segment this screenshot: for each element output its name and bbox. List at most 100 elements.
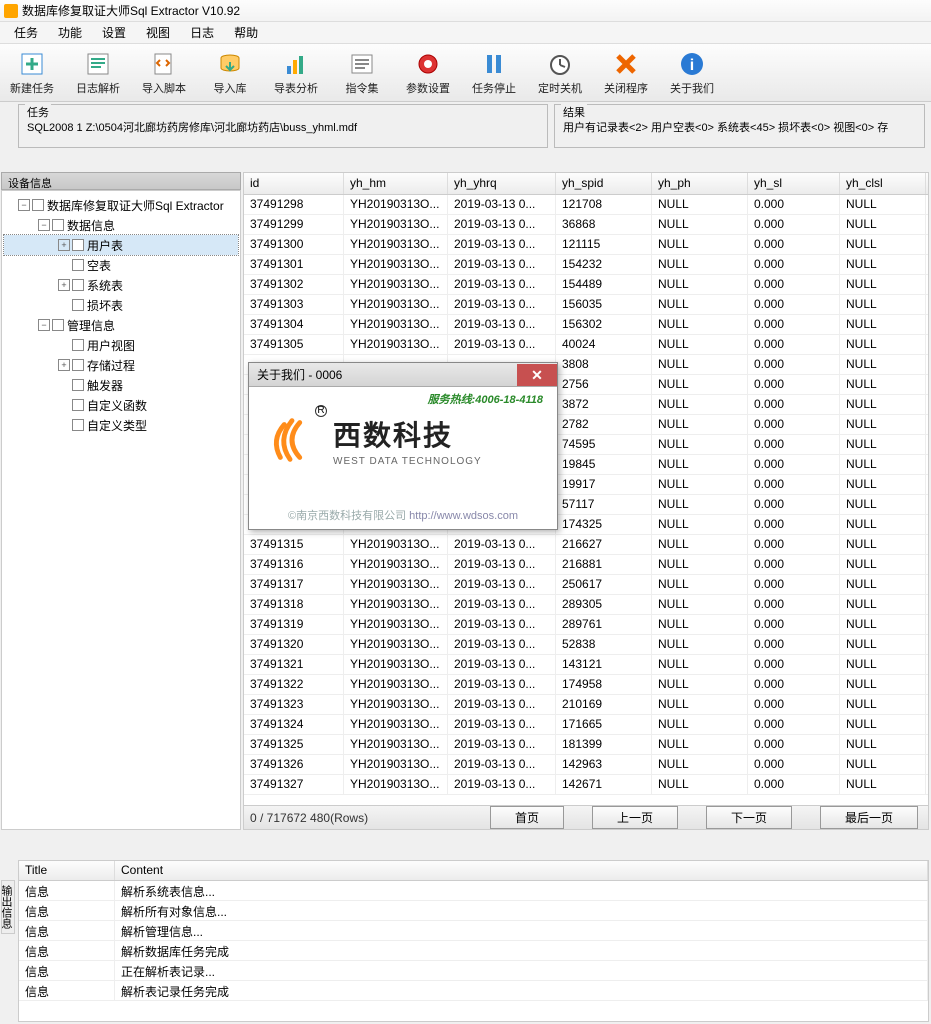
tree-user-table[interactable]: +用户表 [4,235,238,255]
table-row[interactable]: 37491321YH20190313O...2019-03-13 0...143… [244,655,928,675]
output-tab[interactable]: 输出信息 [1,880,15,934]
table-row[interactable]: 37491317YH20190313O...2019-03-13 0...250… [244,575,928,595]
new-task-icon [18,50,46,78]
dialog-titlebar[interactable]: 关于我们 - 0006 ✕ [249,363,557,387]
checkbox[interactable] [52,219,64,231]
cell: 3808 [556,355,652,374]
cell: YH20190313O... [344,635,448,654]
checkbox[interactable] [72,259,84,271]
expand-icon[interactable]: + [58,359,70,371]
log-row[interactable]: 信息解析所有对象信息... [19,901,928,921]
table-row[interactable]: 37491316YH20190313O...2019-03-13 0...216… [244,555,928,575]
close-button[interactable]: ✕ [517,364,557,386]
tree-data-info[interactable]: −数据信息 [4,215,238,235]
expand-icon[interactable]: + [58,239,70,251]
tree-custom-type[interactable]: 自定义类型 [4,415,238,435]
table-row[interactable]: 37491320YH20190313O...2019-03-13 0...528… [244,635,928,655]
table-row[interactable]: 37491298YH20190313O...2019-03-13 0...121… [244,195,928,215]
tree-empty-table[interactable]: 空表 [4,255,238,275]
col-yh_hm[interactable]: yh_hm [344,173,448,194]
menu-settings[interactable]: 设置 [92,22,136,43]
table-row[interactable]: 37491318YH20190313O...2019-03-13 0...289… [244,595,928,615]
menu-view[interactable]: 视图 [136,22,180,43]
tree-bad-table[interactable]: 损坏表 [4,295,238,315]
timed-shutdown-button[interactable]: 定时关机 [536,50,584,96]
col-yh_spid[interactable]: yh_spid [556,173,652,194]
param-set-button[interactable]: 参数设置 [404,50,452,96]
checkbox[interactable] [52,319,64,331]
checkbox[interactable] [72,299,84,311]
table-row[interactable]: 37491300YH20190313O...2019-03-13 0...121… [244,235,928,255]
tree-user-view[interactable]: 用户视图 [4,335,238,355]
cell: 143121 [556,655,652,674]
col-yh_clsl[interactable]: yh_clsl [840,173,926,194]
collapse-icon[interactable]: − [38,319,50,331]
checkbox[interactable] [72,239,84,251]
log-panel[interactable]: Title Content 信息解析系统表信息...信息解析所有对象信息...信… [18,860,929,1022]
task-stop-button[interactable]: 任务停止 [470,50,518,96]
table-row[interactable]: 37491303YH20190313O...2019-03-13 0...156… [244,295,928,315]
tree-trigger[interactable]: 触发器 [4,375,238,395]
checkbox[interactable] [72,279,84,291]
menu-help[interactable]: 帮助 [224,22,268,43]
about-dialog[interactable]: 关于我们 - 0006 ✕ 服务热线:4006-18-4118 R 西数科技 W… [248,362,558,530]
pager-last-button[interactable]: 最后一页 [820,806,918,829]
table-row[interactable]: 37491305YH20190313O...2019-03-13 0...400… [244,335,928,355]
col-yh_yhrq[interactable]: yh_yhrq [448,173,556,194]
tree-sys-table[interactable]: +系统表 [4,275,238,295]
table-row[interactable]: 37491324YH20190313O...2019-03-13 0...171… [244,715,928,735]
checkbox[interactable] [72,359,84,371]
checkbox[interactable] [72,399,84,411]
export-analysis-button[interactable]: 导表分析 [272,50,320,96]
table-row[interactable]: 37491302YH20190313O...2019-03-13 0...154… [244,275,928,295]
tree-stored-proc[interactable]: +存储过程 [4,355,238,375]
log-row[interactable]: 信息解析数据库任务完成 [19,941,928,961]
collapse-icon[interactable]: − [38,219,50,231]
col-yh_sl[interactable]: yh_sl [748,173,840,194]
log-row[interactable]: 信息解析表记录任务完成 [19,981,928,1001]
tree-panel[interactable]: −数据库修复取证大师Sql Extractor −数据信息 +用户表 空表 +系… [1,190,241,830]
pager-prev-button[interactable]: 上一页 [592,806,678,829]
import-script-button[interactable]: 导入脚本 [140,50,188,96]
table-row[interactable]: 37491325YH20190313O...2019-03-13 0...181… [244,735,928,755]
col-id[interactable]: id [244,173,344,194]
col-yh_ph[interactable]: yh_ph [652,173,748,194]
about-button[interactable]: i关于我们 [668,50,716,96]
pager-next-button[interactable]: 下一页 [706,806,792,829]
log-row[interactable]: 信息解析系统表信息... [19,881,928,901]
checkbox[interactable] [32,199,44,211]
company-url[interactable]: http://www.wdsos.com [409,510,518,522]
cell: 0.000 [748,315,840,334]
menu-task[interactable]: 任务 [4,22,48,43]
new-task-button[interactable]: 新建任务 [8,50,56,96]
cell: YH20190313O... [344,235,448,254]
table-row[interactable]: 37491323YH20190313O...2019-03-13 0...210… [244,695,928,715]
table-row[interactable]: 37491301YH20190313O...2019-03-13 0...154… [244,255,928,275]
table-row[interactable]: 37491319YH20190313O...2019-03-13 0...289… [244,615,928,635]
tree-mgmt-info[interactable]: −管理信息 [4,315,238,335]
log-row[interactable]: 信息解析管理信息... [19,921,928,941]
log-row[interactable]: 信息正在解析表记录... [19,961,928,981]
checkbox[interactable] [72,379,84,391]
collapse-icon[interactable]: − [18,199,30,211]
close-prog-button[interactable]: 关闭程序 [602,50,650,96]
table-row[interactable]: 37491322YH20190313O...2019-03-13 0...174… [244,675,928,695]
table-row[interactable]: 37491299YH20190313O...2019-03-13 0...368… [244,215,928,235]
log-parse-button[interactable]: 日志解析 [74,50,122,96]
cell: 0.000 [748,615,840,634]
cell: 37491321 [244,655,344,674]
table-row[interactable]: 37491304YH20190313O...2019-03-13 0...156… [244,315,928,335]
table-row[interactable]: 37491315YH20190313O...2019-03-13 0...216… [244,535,928,555]
tree-custom-func[interactable]: 自定义函数 [4,395,238,415]
table-row[interactable]: 37491326YH20190313O...2019-03-13 0...142… [244,755,928,775]
cmd-set-button[interactable]: 指令集 [338,50,386,96]
pager-first-button[interactable]: 首页 [490,806,564,829]
checkbox[interactable] [72,419,84,431]
tree-root[interactable]: −数据库修复取证大师Sql Extractor [4,195,238,215]
menu-log[interactable]: 日志 [180,22,224,43]
export-lib-button[interactable]: 导入库 [206,50,254,96]
expand-icon[interactable]: + [58,279,70,291]
checkbox[interactable] [72,339,84,351]
table-row[interactable]: 37491327YH20190313O...2019-03-13 0...142… [244,775,928,795]
menu-func[interactable]: 功能 [48,22,92,43]
